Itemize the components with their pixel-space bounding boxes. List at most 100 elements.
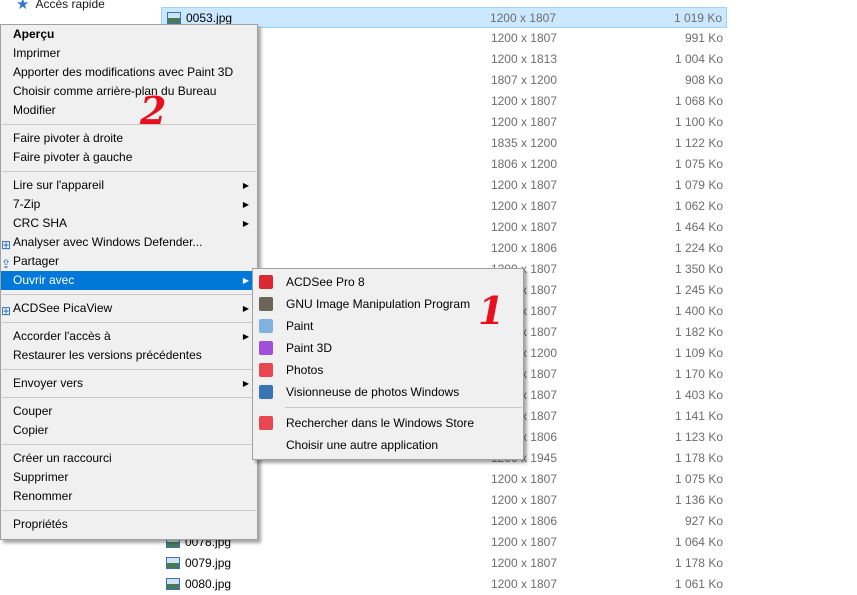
file-size: 1 136 Ko <box>674 493 723 507</box>
file-name: 0080.jpg <box>185 577 232 591</box>
menu-item-supprimer[interactable]: Supprimer <box>1 468 257 487</box>
menu-item-cr-er-un-raccourci[interactable]: Créer un raccourci <box>1 449 257 468</box>
menu-item-couper[interactable]: Couper <box>1 402 257 421</box>
menu-item-envoyer-vers[interactable]: Envoyer vers ▶ <box>1 374 257 393</box>
menu-item-label: Restaurer les versions précédentes <box>13 348 202 362</box>
file-dimensions: 1200 x 1807 <box>490 220 557 234</box>
menu-item-label: Envoyer vers <box>13 376 84 390</box>
file-size: 1 075 Ko <box>674 472 723 486</box>
star-icon: ★ <box>16 0 30 13</box>
file-size: 1 064 Ko <box>674 535 723 549</box>
file-size: 1 141 Ko <box>674 409 723 423</box>
menu-item-analyser-avec-windows-defender-[interactable]: ⊞ Analyser avec Windows Defender... <box>1 233 257 252</box>
menu-item-propri-t-s[interactable]: Propriétés <box>1 515 257 534</box>
menu-item-label: Faire pivoter à gauche <box>13 150 133 164</box>
file-size: 1 004 Ko <box>674 52 723 66</box>
menu-item-restaurer-les-versions-pr-c-dentes[interactable]: Restaurer les versions précédentes <box>1 346 257 365</box>
file-dimensions: 1200 x 1807 <box>490 472 557 486</box>
submenu-item-paint-3d[interactable]: Paint 3D <box>253 337 523 359</box>
file-size: 1 122 Ko <box>674 136 723 150</box>
menu-separator <box>2 510 256 511</box>
nav-quick-access-label: Accès rapide <box>35 0 105 11</box>
menu-item-faire-pivoter-gauche[interactable]: Faire pivoter à gauche <box>1 148 257 167</box>
menu-item-ouvrir-avec[interactable]: Ouvrir avec ▶ <box>1 271 257 290</box>
file-size: 1 178 Ko <box>674 556 723 570</box>
menu-item-label: 7-Zip <box>13 197 41 211</box>
file-size: 1 075 Ko <box>674 157 723 171</box>
menu-item-label: Choisir comme arrière-plan du Bureau <box>13 84 217 98</box>
image-file-icon <box>166 557 180 569</box>
file-size: 1 068 Ko <box>674 94 723 108</box>
file-size: 908 Ko <box>684 73 723 87</box>
menu-item-label: Copier <box>13 423 49 437</box>
file-dimensions: 1200 x 1807 <box>490 556 557 570</box>
menu-item-lire-sur-l-appareil[interactable]: Lire sur l'appareil ▶ <box>1 176 257 195</box>
submenu-item-rechercher-dans-le-windows-store[interactable]: Rechercher dans le Windows Store <box>253 412 523 434</box>
file-size: 1 182 Ko <box>674 325 723 339</box>
file-size: 1 350 Ko <box>674 262 723 276</box>
submenu-item-label: Visionneuse de photos Windows <box>286 385 460 399</box>
menu-item-label: Couper <box>13 404 53 418</box>
menu-item-label: Renommer <box>13 489 73 503</box>
file-row[interactable]: 0080.jpg 1200 x 1807 1 061 Ko <box>161 574 727 595</box>
menu-item-label: Propriétés <box>13 517 68 531</box>
submenu-item-label: Paint <box>286 319 314 333</box>
menu-item-modifier[interactable]: Modifier <box>1 101 257 120</box>
chevron-right-icon: ▶ <box>242 181 249 190</box>
menu-item-acdsee-picaview[interactable]: ⊞ ACDSee PicaView ▶ <box>1 299 257 318</box>
menu-separator <box>2 369 256 370</box>
file-dimensions: 1200 x 1807 <box>490 31 557 45</box>
menu-item-label: Ouvrir avec <box>13 273 75 287</box>
chevron-right-icon: ▶ <box>242 276 249 285</box>
menu-item-faire-pivoter-droite[interactable]: Faire pivoter à droite <box>1 129 257 148</box>
menu-item-aper-u[interactable]: Aperçu <box>1 25 257 44</box>
submenu-item-label: Choisir une autre application <box>286 438 439 452</box>
file-dimensions: 1200 x 1807 <box>489 11 556 25</box>
submenu-item-label: GNU Image Manipulation Program <box>286 297 471 311</box>
menu-separator <box>2 322 256 323</box>
image-file-icon <box>167 12 181 24</box>
chevron-right-icon: ▶ <box>242 219 249 228</box>
menu-item-renommer[interactable]: Renommer <box>1 487 257 506</box>
menu-separator <box>285 407 522 408</box>
menu-item-label: CRC SHA <box>13 216 68 230</box>
submenu-item-label: Rechercher dans le Windows Store <box>286 416 475 430</box>
menu-item-imprimer[interactable]: Imprimer <box>1 44 257 63</box>
menu-item-7-zip[interactable]: 7-Zip ▶ <box>1 195 257 214</box>
nav-quick-access[interactable]: ★ Accès rapide <box>16 0 105 14</box>
submenu-item-choisir-une-autre-application[interactable]: Choisir une autre application <box>253 434 523 456</box>
submenu-item-visionneuse-de-photos-windows[interactable]: Visionneuse de photos Windows <box>253 381 523 403</box>
chevron-right-icon: ▶ <box>242 200 249 209</box>
menu-item-choisir-comme-arri-re-plan-du-bureau[interactable]: Choisir comme arrière-plan du Bureau <box>1 82 257 101</box>
menu-item-label: Supprimer <box>13 470 69 484</box>
menu-item-label: Faire pivoter à droite <box>13 131 124 145</box>
paint-icon <box>259 319 273 333</box>
file-size: 1 109 Ko <box>674 346 723 360</box>
store-icon <box>259 416 273 430</box>
file-name: 0053.jpg <box>186 11 233 25</box>
file-size: 1 170 Ko <box>674 367 723 381</box>
menu-item-label: ACDSee PicaView <box>13 301 113 315</box>
paint3d-icon <box>259 341 273 355</box>
file-dimensions: 1200 x 1806 <box>490 241 557 255</box>
menu-separator <box>2 171 256 172</box>
menu-item-label: Modifier <box>13 103 56 117</box>
menu-item-label: Aperçu <box>13 27 55 41</box>
submenu-item-label: Paint 3D <box>286 341 333 355</box>
chevron-right-icon: ▶ <box>242 304 249 313</box>
file-dimensions: 1200 x 1807 <box>490 577 557 591</box>
file-row[interactable]: 0079.jpg 1200 x 1807 1 178 Ko <box>161 553 727 574</box>
menu-item-apporter-des-modifications-avec-paint-3d[interactable]: Apporter des modifications avec Paint 3D <box>1 63 257 82</box>
menu-item-crc-sha[interactable]: CRC SHA ▶ <box>1 214 257 233</box>
file-size: 991 Ko <box>684 31 723 45</box>
menu-item-copier[interactable]: Copier <box>1 421 257 440</box>
menu-item-label: Apporter des modifications avec Paint 3D <box>13 65 234 79</box>
menu-item-accorder-l-acc-s-[interactable]: Accorder l'accès à ▶ <box>1 327 257 346</box>
file-dimensions: 1806 x 1200 <box>490 157 557 171</box>
submenu-item-photos[interactable]: Photos <box>253 359 523 381</box>
file-dimensions: 1200 x 1813 <box>490 52 557 66</box>
menu-separator <box>2 294 256 295</box>
menu-item-partager[interactable]: ⇪ Partager <box>1 252 257 271</box>
file-dimensions: 1200 x 1807 <box>490 94 557 108</box>
file-size: 1 403 Ko <box>674 388 723 402</box>
